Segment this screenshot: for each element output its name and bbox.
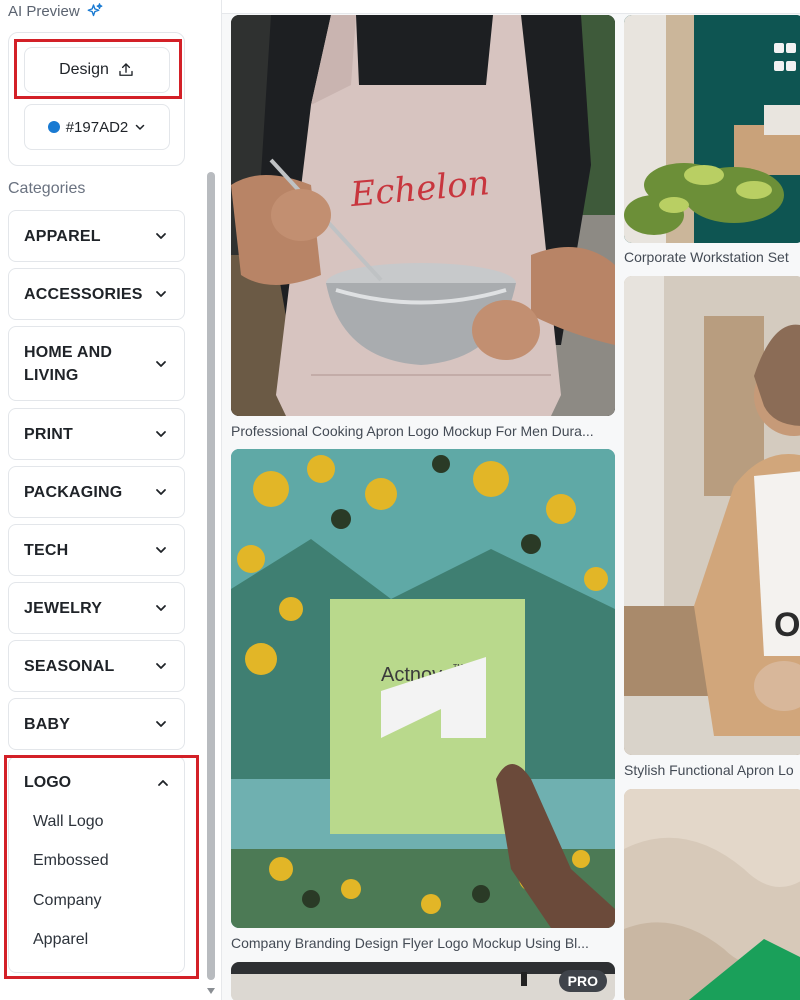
- category-apparel[interactable]: APPAREL: [8, 210, 185, 262]
- category-home-and-living[interactable]: HOME AND LIVING: [8, 326, 185, 401]
- pro-badge: PRO: [558, 970, 607, 992]
- chevron-down-icon: [156, 663, 166, 669]
- ai-preview-label: AI Preview: [8, 2, 80, 20]
- chevron-down-icon: [136, 124, 145, 130]
- workstation-mockup-image: [624, 15, 800, 243]
- chevron-down-icon: [156, 431, 166, 437]
- flyer-mockup-image: Actnova TM: [231, 449, 615, 928]
- gallery-top-bar: [222, 0, 800, 14]
- mockup-card-branding-flyer[interactable]: Actnova TM: [231, 449, 615, 928]
- fabric-mockup-image: [624, 789, 800, 1000]
- mockup-caption[interactable]: Company Branding Design Flyer Logo Mocku…: [231, 935, 615, 951]
- mockup-caption[interactable]: Professional Cooking Apron Logo Mockup F…: [231, 423, 615, 439]
- category-packaging[interactable]: PACKAGING: [8, 466, 185, 518]
- color-value: #197AD2: [65, 118, 129, 136]
- mockup-caption[interactable]: Stylish Functional Apron Lo: [624, 762, 800, 778]
- chevron-down-icon: [156, 489, 166, 495]
- mockup-card-workstation[interactable]: [624, 15, 800, 243]
- sidebar-scrollbar-thumb[interactable]: [207, 172, 215, 980]
- pro-mockup-image: [231, 962, 615, 1000]
- mockup-card-baker-apron[interactable]: O: [624, 276, 800, 755]
- chevron-down-icon: [156, 233, 166, 239]
- category-label: PACKAGING: [24, 483, 123, 501]
- category-tech[interactable]: TECH: [8, 524, 185, 576]
- category-label: APPAREL: [24, 227, 101, 245]
- category-label: ACCESSORIES: [24, 285, 143, 303]
- baker-mockup-image: O: [624, 276, 800, 755]
- mockup-card-pro[interactable]: PRO: [231, 962, 615, 1000]
- category-label: JEWELRY: [24, 599, 103, 617]
- mockup-gallery: Echelon Professional Cooking Apron Logo …: [222, 0, 800, 1000]
- mockup-card-cooking-apron[interactable]: Echelon: [231, 15, 615, 416]
- category-label: PRINT: [24, 425, 73, 443]
- chevron-down-icon: [156, 360, 166, 367]
- category-label: HOME AND LIVING: [24, 343, 113, 384]
- color-picker-dropdown[interactable]: #197AD2: [24, 104, 170, 150]
- category-label: TECH: [24, 541, 69, 559]
- svg-text:O: O: [774, 606, 800, 644]
- category-accessories[interactable]: ACCESSORIES: [8, 268, 185, 320]
- chevron-down-icon: [156, 291, 166, 297]
- category-label: SEASONAL: [24, 657, 115, 675]
- categories-heading: Categories: [8, 180, 86, 197]
- chevron-down-icon: [156, 547, 166, 553]
- category-print[interactable]: PRINT: [8, 408, 185, 460]
- mockup-caption[interactable]: Corporate Workstation Set: [624, 249, 800, 265]
- chevron-down-icon: [156, 605, 166, 611]
- mockup-card-fabric[interactable]: [624, 789, 800, 1000]
- category-jewelry[interactable]: JEWELRY: [8, 582, 185, 634]
- ai-preview-header: AI Preview: [8, 0, 104, 22]
- category-label: BABY: [24, 715, 71, 733]
- sidebar: AI Preview Design #197AD2 Categories APP…: [0, 0, 222, 1000]
- logo-highlight-box: [4, 755, 199, 979]
- apron-mockup-image: Echelon: [231, 15, 615, 416]
- category-baby[interactable]: BABY: [8, 698, 185, 750]
- sparkle-icon: [87, 3, 103, 17]
- chevron-down-icon: [156, 721, 166, 727]
- design-highlight-box: [14, 39, 182, 99]
- color-swatch: [47, 121, 60, 133]
- category-seasonal[interactable]: SEASONAL: [8, 640, 185, 692]
- scroll-down-arrow-icon[interactable]: [206, 987, 216, 995]
